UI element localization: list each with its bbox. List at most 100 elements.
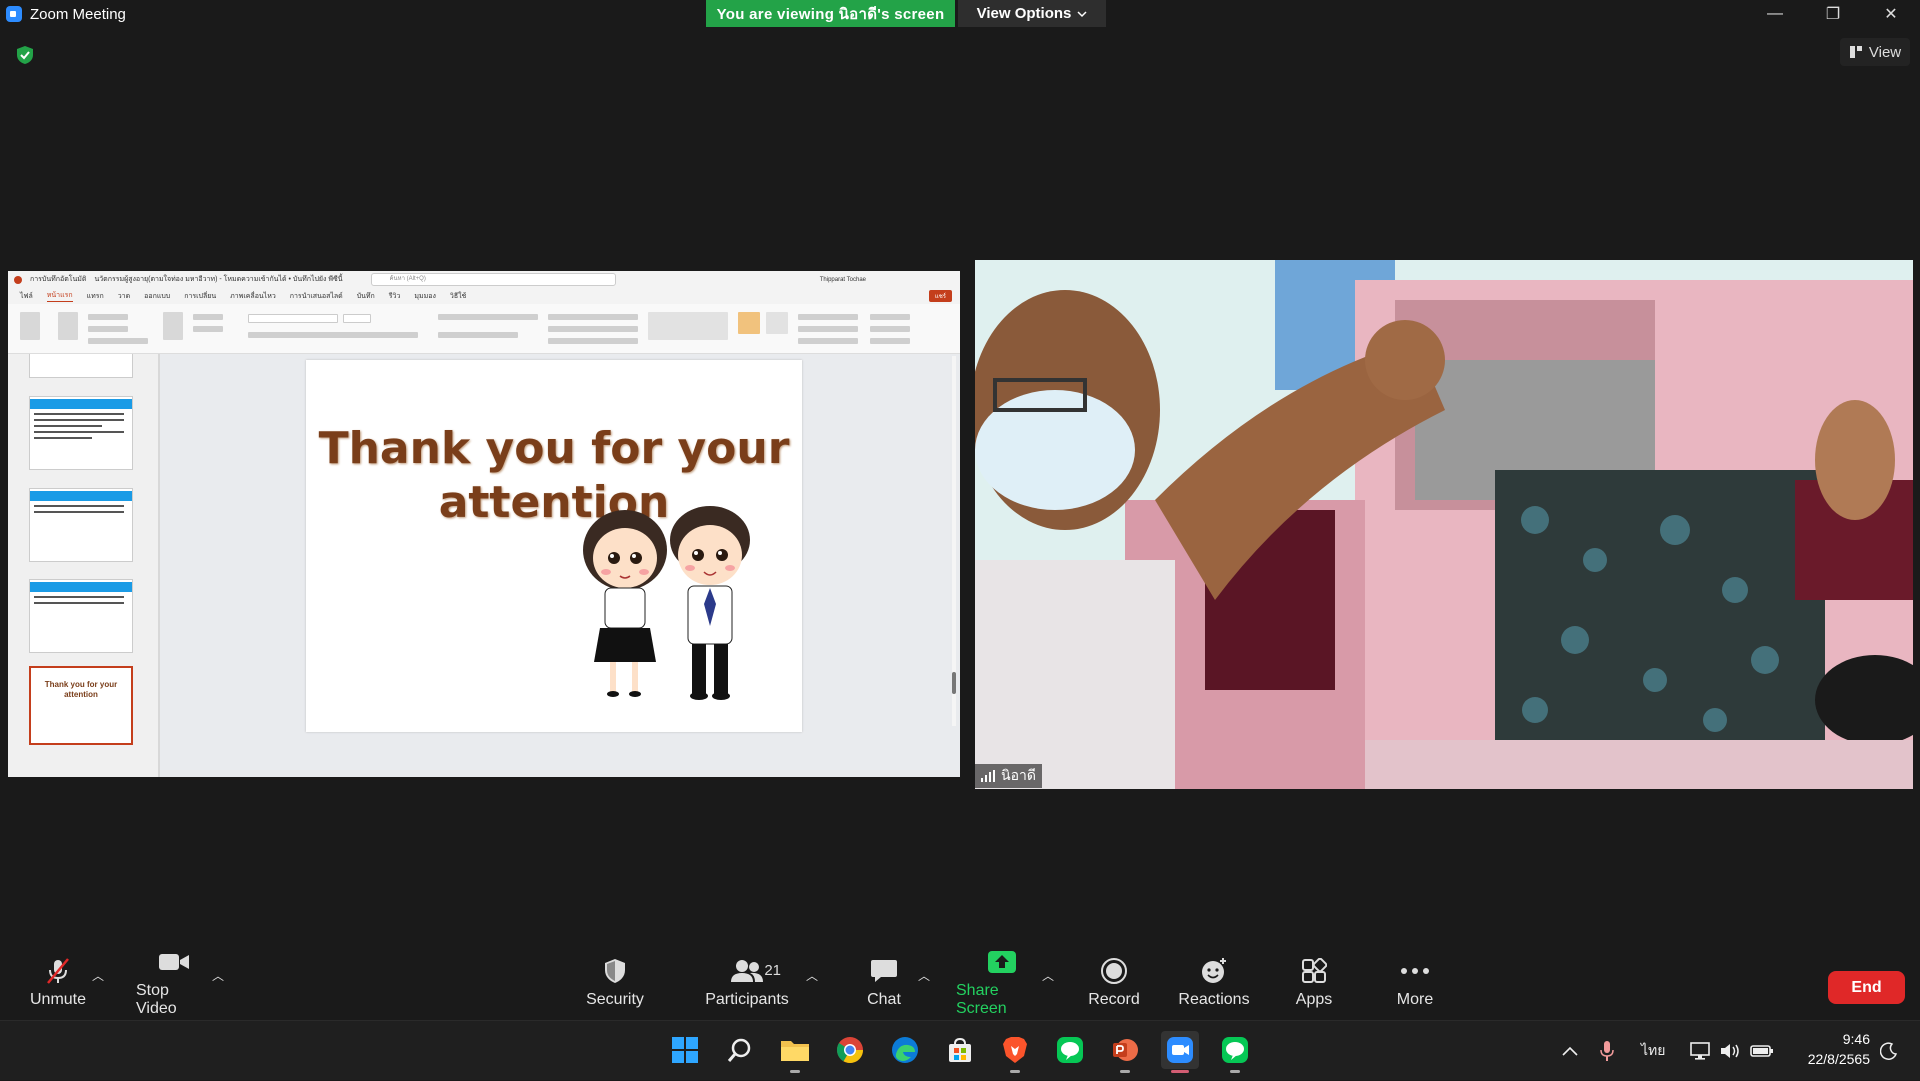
security-shield-icon xyxy=(605,958,625,983)
input-language[interactable]: ไทย xyxy=(1641,1021,1665,1081)
stop-video-label: Stop Video xyxy=(136,981,177,1017)
shared-screen[interactable]: การบันทึกอัตโนมัติ นวัตกรรมผู้สูงอายุ(ตา… xyxy=(8,271,960,777)
slide-thumbnail[interactable] xyxy=(29,488,133,562)
video-options-caret[interactable]: ︿ xyxy=(212,967,224,984)
chat-bubble-icon xyxy=(871,959,897,982)
store-taskbar[interactable] xyxy=(941,1031,979,1069)
ppt-tab: แทรก xyxy=(86,292,104,300)
chat-button[interactable]: Chat xyxy=(862,945,906,1020)
document-name: นวัตกรรมผู้สูงอายุ(ตามใจท่อง มหาอีวาท) -… xyxy=(94,276,343,283)
apps-button[interactable]: Apps xyxy=(1290,945,1338,1020)
slide-scrollbar[interactable] xyxy=(952,356,956,726)
system-clock[interactable]: 9:46 22/8/2565 xyxy=(1790,1029,1870,1069)
line-taskbar-2[interactable] xyxy=(1216,1031,1254,1073)
video-frame xyxy=(975,260,1913,789)
show-hidden-icons[interactable] xyxy=(1562,1021,1578,1081)
chrome-icon xyxy=(836,1037,864,1064)
powerpoint-taskbar[interactable] xyxy=(1106,1031,1144,1073)
share-screen-icon xyxy=(988,950,1016,973)
line-app-icon xyxy=(1222,1037,1248,1063)
autosave-label: การบันทึกอัตโนมัติ xyxy=(30,276,87,283)
moon-icon xyxy=(1880,1042,1898,1060)
zoom-logo-icon xyxy=(6,6,22,22)
more-label: More xyxy=(1396,990,1434,1008)
slide-title-line1: Thank you for your xyxy=(318,423,790,474)
battery-icon xyxy=(1750,1045,1773,1057)
audio-options-caret[interactable]: ︿ xyxy=(92,967,104,984)
chat-options-caret[interactable]: ︿ xyxy=(918,967,930,984)
zoom-app-icon xyxy=(1167,1037,1193,1063)
unmute-button[interactable]: Unmute xyxy=(22,945,94,1020)
participants-options-caret[interactable]: ︿ xyxy=(806,967,818,984)
store-bag-icon xyxy=(949,1037,971,1062)
windows-logo-icon xyxy=(672,1037,698,1063)
record-label: Record xyxy=(1088,990,1140,1008)
reactions-button[interactable]: Reactions xyxy=(1176,945,1252,1020)
slide-thumbnail[interactable] xyxy=(29,396,133,470)
line-app-icon xyxy=(1057,1037,1083,1063)
ppt-ribbon xyxy=(8,304,960,354)
participants-icon xyxy=(731,959,763,982)
chevron-up-icon xyxy=(1562,1046,1578,1056)
more-button[interactable]: More xyxy=(1390,945,1440,1020)
video-camera-icon xyxy=(159,953,189,970)
participant-video[interactable] xyxy=(975,260,1913,789)
tray-volume[interactable] xyxy=(1719,1021,1741,1081)
windows-taskbar: ไทย 9:46 22/8/2565 xyxy=(0,1020,1920,1080)
close-button[interactable]: ✕ xyxy=(1862,0,1920,28)
file-explorer-taskbar[interactable] xyxy=(776,1031,814,1073)
slide-canvas[interactable]: Thank you for your attention xyxy=(306,360,802,732)
ppt-tab-home: หน้าแรก xyxy=(46,290,73,302)
encryption-shield-icon[interactable] xyxy=(15,45,35,65)
view-options-button[interactable]: View Options xyxy=(958,0,1106,27)
stop-video-button[interactable]: Stop Video xyxy=(136,945,212,1020)
restore-button[interactable]: ❐ xyxy=(1804,0,1862,28)
windows-start-button[interactable] xyxy=(666,1031,704,1069)
ppt-tab: วาด xyxy=(117,292,131,300)
chrome-taskbar[interactable] xyxy=(831,1031,869,1069)
brave-lion-icon xyxy=(1003,1037,1027,1063)
view-label: View xyxy=(1868,43,1902,61)
minimize-button[interactable]: — xyxy=(1746,0,1804,28)
share-options-caret[interactable]: ︿ xyxy=(1042,967,1054,984)
apps-icon xyxy=(1302,957,1327,983)
folder-icon xyxy=(781,1041,809,1061)
tray-focus-moon[interactable] xyxy=(1880,1021,1898,1081)
tray-microphone[interactable] xyxy=(1600,1021,1614,1081)
zoom-taskbar[interactable] xyxy=(1161,1031,1199,1073)
ppt-tab: วิธีใช้ xyxy=(449,292,467,300)
taskbar-search-button[interactable] xyxy=(721,1031,759,1069)
reactions-emoji-icon xyxy=(1202,957,1226,983)
line-taskbar[interactable] xyxy=(1051,1031,1089,1069)
tray-network[interactable] xyxy=(1690,1021,1712,1081)
layout-view-button[interactable]: View xyxy=(1840,38,1910,66)
security-button[interactable]: Security xyxy=(580,945,650,1020)
participant-name: นิอาดี xyxy=(1001,767,1036,783)
participants-label: Participants xyxy=(705,990,789,1008)
slide-thumbnail[interactable] xyxy=(29,579,133,653)
record-button[interactable]: Record xyxy=(1086,945,1142,1020)
ppt-tab: การเปลี่ยน xyxy=(184,292,217,300)
powerpoint-logo-icon xyxy=(14,275,22,284)
edge-taskbar[interactable] xyxy=(886,1031,924,1069)
network-icon xyxy=(1690,1042,1710,1060)
participants-button[interactable]: 21 Participants xyxy=(702,945,792,1020)
slide-thumbnail[interactable] xyxy=(29,354,133,378)
speaker-icon xyxy=(1721,1044,1739,1058)
ppt-user-name: Thipparat Tochae xyxy=(819,276,866,283)
cartoon-couple-illustration xyxy=(583,506,750,700)
powerpoint-icon xyxy=(1113,1039,1138,1061)
signal-bars-icon xyxy=(981,770,995,782)
ppt-tab: ออกแบบ xyxy=(144,292,171,300)
share-screen-button[interactable]: Share Screen xyxy=(956,945,1048,1020)
ppt-tab: บันทึก xyxy=(356,292,375,300)
end-meeting-button[interactable]: End xyxy=(1828,971,1905,1004)
brave-taskbar[interactable] xyxy=(996,1031,1034,1073)
window-controls: — ❐ ✕ xyxy=(1746,0,1920,28)
apps-label: Apps xyxy=(1295,990,1333,1008)
security-label: Security xyxy=(586,990,644,1008)
window-title: Zoom Meeting xyxy=(30,5,126,23)
ppt-tab: มุมมอง xyxy=(414,292,436,300)
slide-thumbnail-current[interactable]: Thank you for your attention xyxy=(29,666,133,745)
tray-battery[interactable] xyxy=(1750,1021,1774,1081)
